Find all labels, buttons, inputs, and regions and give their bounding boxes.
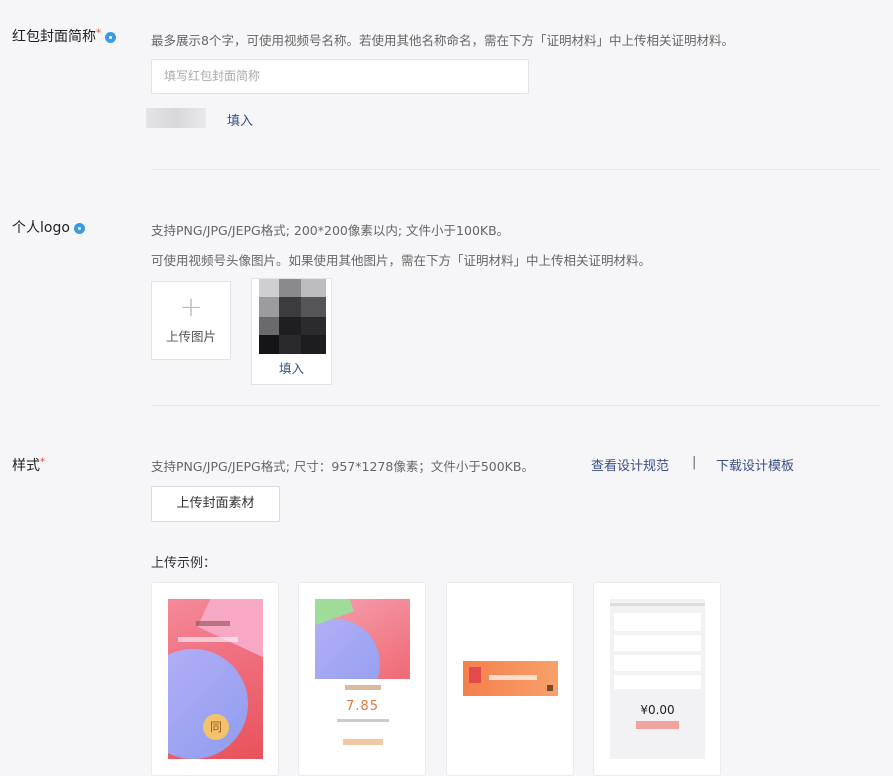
cover-name-label: 红包封面简称* (12, 26, 116, 46)
example-2-header (315, 599, 410, 679)
blurred-name-preview (146, 108, 206, 128)
plus-icon: + (179, 290, 203, 323)
upload-cover-button[interactable]: 上传封面素材 (151, 486, 280, 522)
view-design-spec-link[interactable]: 查看设计规范 (591, 455, 669, 474)
upload-image-label: 上传图片 (165, 329, 216, 344)
style-label-text: 样式 (12, 458, 40, 474)
logo-hint-line1: 支持PNG/JPG/JEPG格式; 200*200像素以内; 文件小于100KB… (151, 223, 510, 238)
logo-upload-box[interactable]: + 上传图片 (151, 281, 231, 360)
decor-row (614, 655, 701, 671)
decor-button (636, 721, 679, 729)
example-thumbnail-4: ¥0.00 (593, 582, 721, 776)
cover-name-hint: 最多展示8个字，可使用视频号名称。若使用其他名称命名，需在下方「证明材料」中上传… (151, 33, 734, 48)
info-icon[interactable] (105, 31, 116, 43)
style-label: 样式* (12, 455, 45, 475)
decor-row (614, 675, 701, 689)
decor-line (178, 637, 238, 642)
decor-line (345, 685, 381, 690)
blurred-avatar-image (259, 279, 326, 354)
examples-title: 上传示例： (151, 556, 217, 571)
cover-name-placeholder: 填写红包封面简称 (164, 69, 261, 83)
example-thumbnail-1: 同 (151, 582, 279, 776)
logo-hint-line2: 可使用视频号头像图片。如果使用其他图片，需在下方「证明材料」中上传相关证明材料。 (151, 253, 652, 268)
download-template-link[interactable]: 下载设计模板 (716, 455, 794, 474)
decor-circle (315, 619, 380, 679)
example-thumbnail-3 (446, 582, 574, 776)
section-divider (151, 405, 881, 406)
decor-row (614, 635, 701, 651)
decor-line (489, 675, 537, 680)
example-2-amount: 7.85 (346, 699, 379, 714)
example-3-banner (463, 661, 558, 696)
logo-fill-link[interactable]: 填入 (279, 358, 304, 377)
example-2-image: 7.85 (315, 599, 410, 759)
example-thumbnail-2: 7.85 (298, 582, 426, 776)
logo-label: 个人logo (12, 217, 85, 237)
cover-name-input[interactable]: 填写红包封面简称 (151, 59, 529, 94)
decor-dot (547, 685, 553, 691)
cover-name-fill-link[interactable]: 填入 (227, 110, 253, 129)
logo-label-text: 个人logo (12, 220, 70, 236)
example-4-amount: ¥0.00 (640, 703, 675, 717)
open-badge: 同 (203, 714, 229, 740)
section-divider (151, 169, 881, 170)
link-separator: | (692, 455, 697, 470)
required-mark: * (96, 27, 101, 39)
mini-envelope-icon (469, 667, 481, 683)
decor-line (610, 603, 705, 606)
decor-line (343, 739, 383, 745)
decor-line (337, 719, 389, 722)
decor-circle (168, 649, 248, 759)
info-icon[interactable] (73, 222, 85, 234)
example-4-image: ¥0.00 (610, 599, 705, 759)
decor-line (196, 621, 230, 626)
required-mark: * (40, 456, 45, 468)
style-hint: 支持PNG/JPG/JEPG格式; 尺寸：957*1278像素；文件小于500K… (151, 459, 534, 474)
cover-name-label-text: 红包封面简称 (12, 29, 96, 45)
example-1-image: 同 (168, 599, 263, 759)
decor-row (614, 613, 701, 631)
logo-preview-card[interactable]: 填入 (251, 278, 332, 385)
